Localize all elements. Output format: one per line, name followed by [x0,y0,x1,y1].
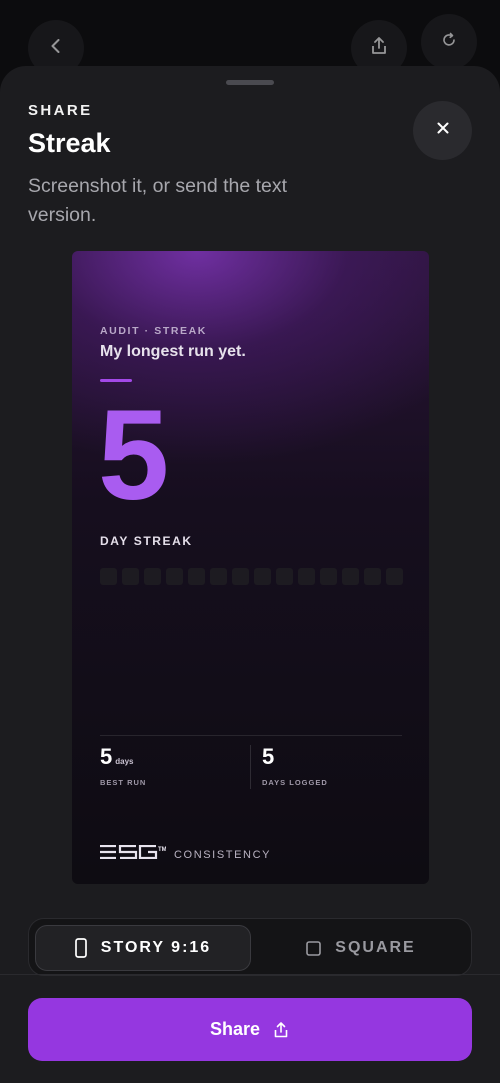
svg-text:TM: TM [158,847,166,853]
calendar-day-cell [386,568,403,585]
stat-best-run-unit: days [115,757,134,766]
streak-calendar-grid [100,568,429,585]
card-brand: TM CONSISTENCY [100,844,272,864]
stat-days-logged: 5 DAYS LOGGED [262,744,327,787]
close-button[interactable] [413,101,472,160]
format-square-label: SQUARE [335,939,416,956]
card-divider [100,735,402,736]
format-story-label: STORY 9:16 [100,939,212,956]
refresh-icon [440,31,458,54]
calendar-day-cell [254,568,271,585]
share-icon [272,1021,290,1039]
streak-share-card: AUDIT · STREAK My longest run yet. 5 DAY… [72,251,429,884]
format-square-button[interactable]: SQUARE [257,925,465,971]
share-button[interactable]: Share [28,998,472,1061]
calendar-day-cell [298,568,315,585]
brand-logo: TM [100,844,167,864]
stat-days-logged-value: 5 [262,744,275,769]
sheet-eyebrow: SHARE [28,102,93,119]
sheet-subtitle: Screenshot it, or send the text version. [28,175,288,226]
chevron-left-icon [46,36,66,61]
card-tagline: My longest run yet. [100,343,246,360]
calendar-day-cell [122,568,139,585]
calendar-day-cell [210,568,227,585]
calendar-day-cell [100,568,117,585]
sheet-title: Streak [28,128,111,158]
stat-best-run-value: 5 [100,744,113,769]
refresh-button[interactable] [421,14,477,70]
calendar-day-cell [188,568,205,585]
close-icon [436,121,450,140]
stat-best-run-caption: BEST RUN [100,778,147,787]
brand-name: CONSISTENCY [174,848,272,861]
footer-divider [0,974,500,975]
calendar-day-cell [276,568,293,585]
format-toggle: STORY 9:16 SQUARE [28,918,472,976]
share-icon [368,35,390,62]
streak-number: 5 [98,384,169,527]
calendar-day-cell [144,568,161,585]
calendar-day-cell [232,568,249,585]
streak-label: DAY STREAK [100,534,193,548]
share-sheet: SHARE Streak Screenshot it, or send the … [0,66,500,1083]
format-story-button[interactable]: STORY 9:16 [35,925,251,971]
calendar-day-cell [166,568,183,585]
calendar-day-cell [342,568,359,585]
calendar-day-cell [364,568,381,585]
calendar-day-cell [320,568,337,585]
phone-icon [74,938,87,958]
share-button-label: Share [209,1019,261,1039]
sheet-drag-handle[interactable] [226,80,274,85]
stat-days-logged-caption: DAYS LOGGED [262,778,328,787]
square-icon [306,940,322,956]
stat-best-run: 5 days BEST RUN [100,744,145,787]
card-eyebrow: AUDIT · STREAK [100,325,207,337]
stat-divider [250,745,251,789]
